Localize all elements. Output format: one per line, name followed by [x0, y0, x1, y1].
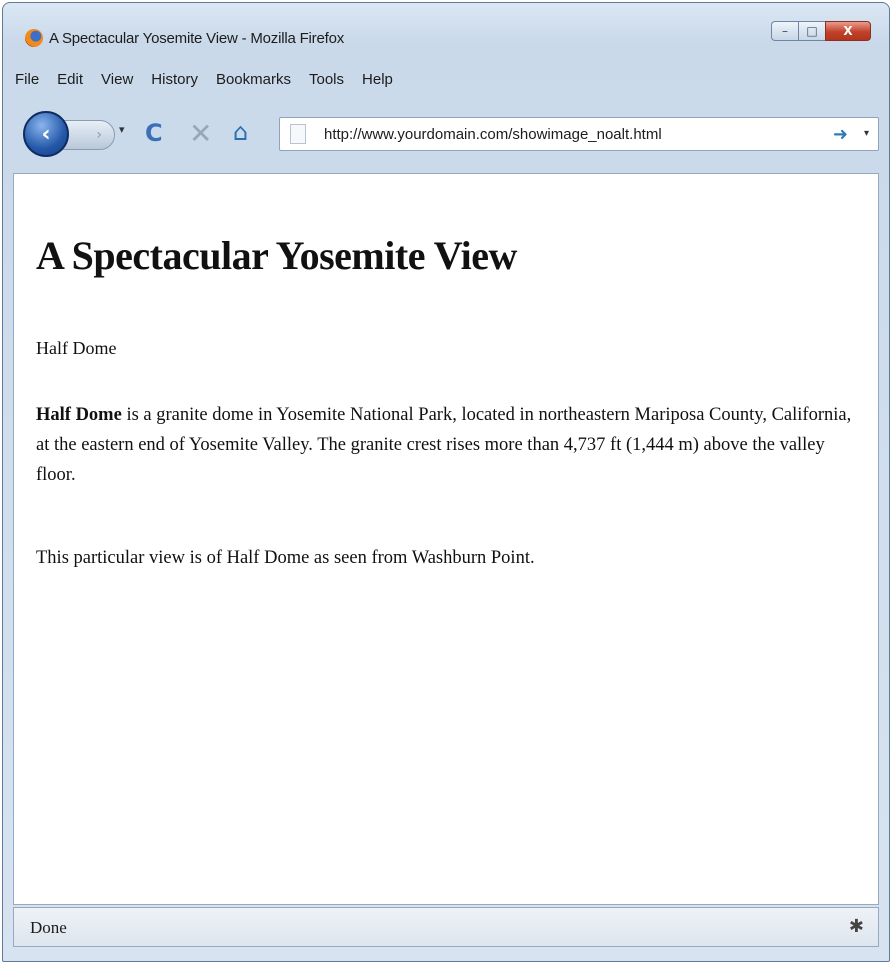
window-title: A Spectacular Yosemite View - Mozilla Fi…	[49, 30, 345, 47]
firefox-logo-icon	[25, 29, 43, 47]
history-dropdown-icon[interactable]: ▾	[119, 123, 125, 136]
resize-grip-icon[interactable]: ✱	[849, 916, 864, 937]
description-paragraph: Half Dome is a granite dome in Yosemite …	[36, 400, 856, 490]
back-arrow-icon: ‹	[41, 121, 51, 147]
menu-tools[interactable]: Tools	[307, 71, 346, 97]
forward-arrow-icon: ›	[96, 127, 102, 143]
page-content: A Spectacular Yosemite View Half Dome Ha…	[13, 173, 879, 905]
menu-history[interactable]: History	[149, 71, 200, 97]
navigation-toolbar: ‹ › ▾ C ✕ ⌂ http://www.yourdomain.com/sh…	[3, 105, 889, 167]
status-text: Done	[30, 918, 67, 937]
window-controls: – □ X	[771, 21, 871, 41]
reload-icon[interactable]: C	[145, 119, 163, 147]
menu-file[interactable]: File	[13, 71, 41, 97]
go-arrow-icon[interactable]: ➜	[833, 124, 848, 145]
maximize-button[interactable]: □	[798, 21, 825, 41]
address-bar[interactable]: http://www.yourdomain.com/showimage_noal…	[279, 117, 879, 151]
menu-bookmarks[interactable]: Bookmarks	[214, 71, 293, 97]
back-button[interactable]: ‹	[23, 111, 69, 157]
stop-icon[interactable]: ✕	[189, 117, 212, 150]
page-heading: A Spectacular Yosemite View	[36, 233, 517, 278]
forward-button[interactable]: ›	[61, 120, 115, 150]
menu-bar: File Edit View History Bookmarks Tools H…	[13, 71, 395, 97]
browser-window: A Spectacular Yosemite View - Mozilla Fi…	[2, 2, 890, 962]
description-text: is a granite dome in Yosemite National P…	[36, 405, 852, 485]
menu-view[interactable]: View	[99, 71, 135, 97]
minimize-button[interactable]: –	[771, 21, 798, 41]
title-bar[interactable]: A Spectacular Yosemite View - Mozilla Fi…	[3, 3, 889, 47]
home-icon[interactable]: ⌂	[233, 118, 248, 146]
view-paragraph: This particular view is of Half Dome as …	[36, 548, 535, 568]
image-alt-text: Half Dome	[36, 338, 117, 358]
url-dropdown-icon[interactable]: ▾	[864, 128, 869, 139]
bold-term: Half Dome	[36, 405, 122, 425]
menu-edit[interactable]: Edit	[55, 71, 85, 97]
close-button[interactable]: X	[825, 21, 871, 41]
url-text[interactable]: http://www.yourdomain.com/showimage_noal…	[324, 126, 662, 143]
page-icon	[290, 124, 306, 144]
menu-help[interactable]: Help	[360, 71, 395, 97]
status-bar: Done ✱	[13, 907, 879, 947]
